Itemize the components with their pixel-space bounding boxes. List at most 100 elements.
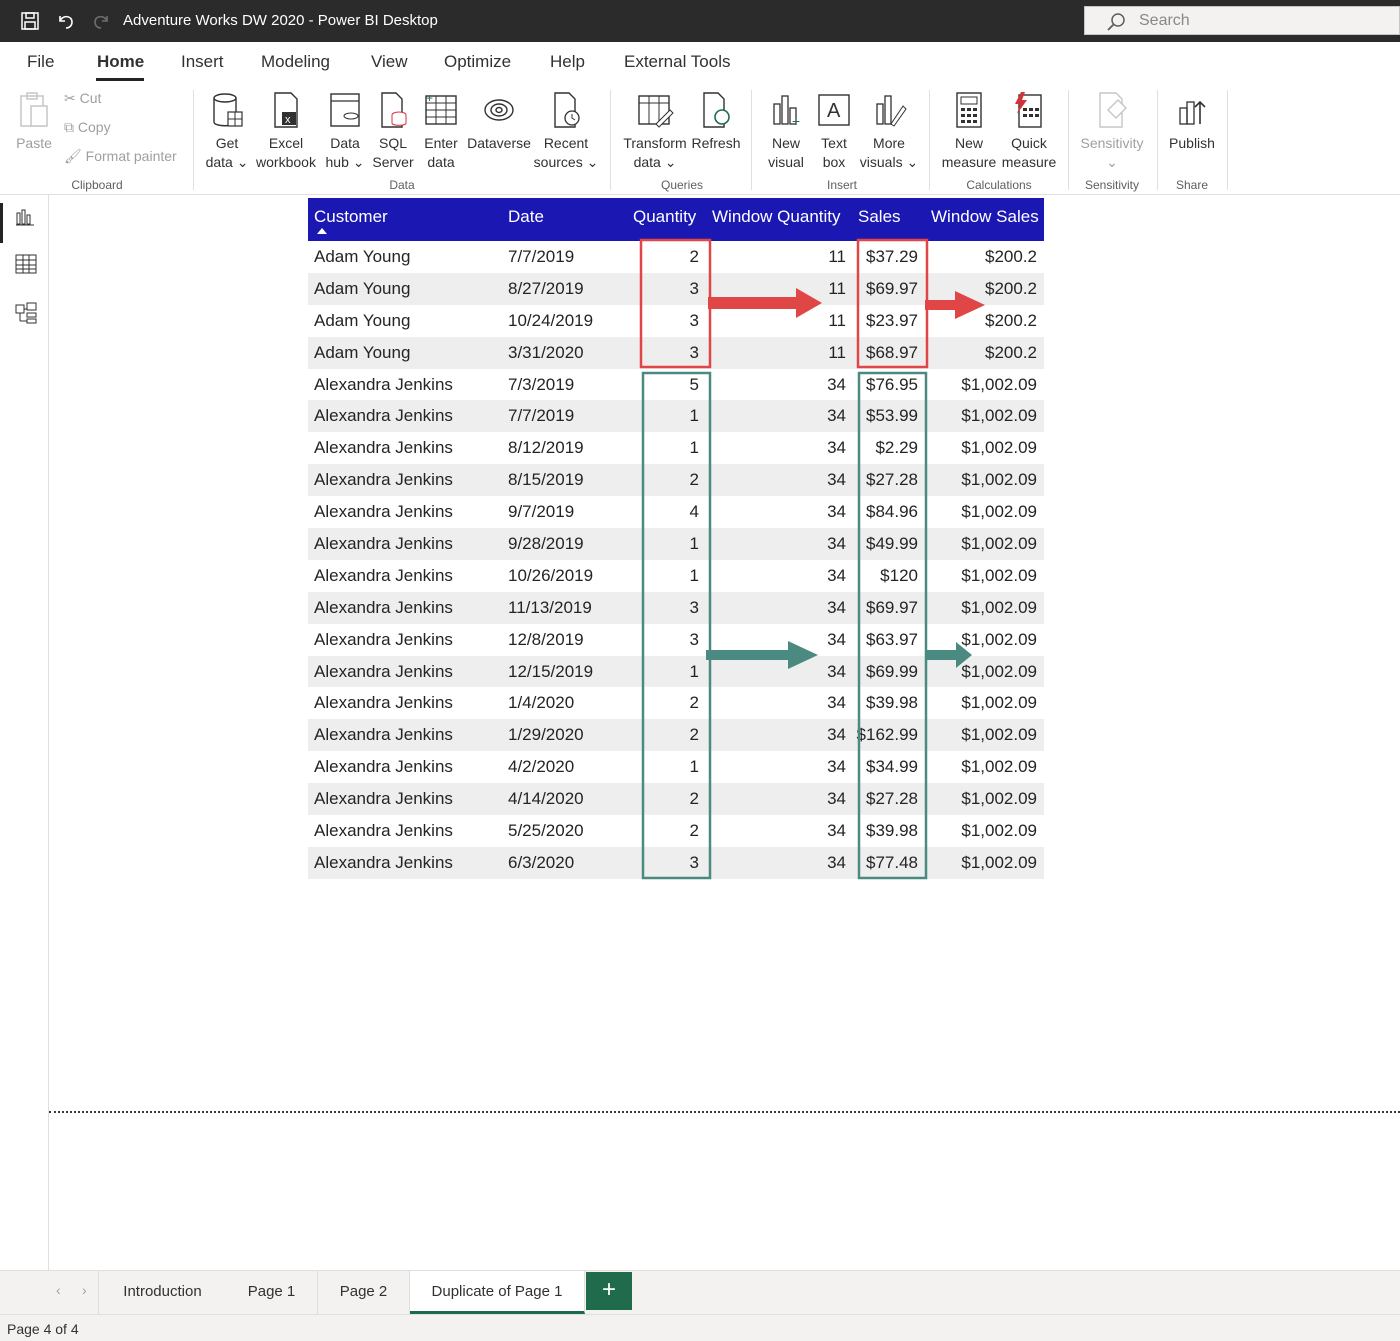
- cell-date: 4/2/2020: [508, 757, 575, 777]
- table-row[interactable]: Alexandra Jenkins 12/8/2019 3 34 $63.97 $1,00…: [308, 624, 1044, 656]
- chevron-down-icon: ⌄: [660, 154, 677, 170]
- report-view-icon[interactable]: [15, 207, 35, 227]
- data-hub-icon: [330, 93, 360, 127]
- table-row[interactable]: Adam Young 8/27/2019 3 11 $69.97 $200.2: [308, 272, 1044, 305]
- cell-customer: Alexandra Jenkins: [314, 629, 453, 649]
- column-header-date[interactable]: Date: [508, 207, 544, 227]
- chevron-right-icon[interactable]: ›: [82, 1282, 87, 1298]
- cut-button[interactable]: ✂ Cut: [64, 90, 101, 107]
- active-tab-indicator: [96, 78, 144, 81]
- table-row[interactable]: Alexandra Jenkins 5/25/2020 2 34 $39.98 $1,00…: [308, 815, 1044, 847]
- chevron-left-icon[interactable]: ‹: [56, 1282, 61, 1298]
- sensitivity-label: Sensitivity: [1080, 135, 1144, 151]
- new-measure-button[interactable]: New measure: [940, 90, 998, 172]
- cell-sales: $69.99: [866, 661, 918, 681]
- cell-sales: $34.99: [866, 757, 918, 777]
- svg-text:x: x: [285, 114, 291, 126]
- column-header-window-sales[interactable]: Window Sales: [931, 207, 1039, 227]
- tab-insert[interactable]: Insert: [181, 52, 224, 72]
- table-row[interactable]: Adam Young 10/24/2019 3 11 $23.97 $200.2: [308, 305, 1044, 337]
- table-row[interactable]: Alexandra Jenkins 4/2/2020 1 34 $34.99 $1,002…: [308, 751, 1044, 783]
- refresh-button[interactable]: Refresh: [690, 90, 742, 153]
- search-box[interactable]: Search: [1084, 6, 1400, 35]
- column-header-window-quantity[interactable]: Window Quantity: [712, 207, 841, 227]
- more-visuals-button[interactable]: More visuals ⌄: [858, 90, 920, 172]
- undo-icon[interactable]: [55, 10, 77, 32]
- column-header-quantity[interactable]: Quantity: [633, 207, 696, 227]
- cell-quantity: 1: [689, 565, 699, 585]
- table-row[interactable]: Adam Young 7/7/2019 2 11 $37.29 $200.2: [308, 241, 1044, 273]
- publish-button[interactable]: Publish: [1166, 90, 1218, 153]
- tab-help[interactable]: Help: [550, 52, 585, 72]
- tab-modeling[interactable]: Modeling: [261, 52, 330, 72]
- redo-icon[interactable]: [90, 10, 112, 32]
- table-row[interactable]: Alexandra Jenkins 8/12/2019 1 34 $2.29 $1,002…: [308, 432, 1044, 464]
- format-painter-button[interactable]: 🖌 Format painter: [64, 148, 177, 165]
- save-icon[interactable]: [19, 10, 41, 32]
- table-view-icon[interactable]: [15, 254, 37, 274]
- quick-measure-button[interactable]: Quick measure: [999, 90, 1059, 172]
- group-separator: [929, 90, 930, 190]
- enter-line2: data: [427, 154, 455, 170]
- table-row[interactable]: Alexandra Jenkins 10/26/2019 1 34 $120 $1,002…: [308, 560, 1044, 592]
- table-row[interactable]: Alexandra Jenkins 9/7/2019 4 34 $84.96 $1,002…: [308, 496, 1044, 528]
- format-painter-label: Format painter: [85, 148, 177, 164]
- cell-customer: Alexandra Jenkins: [314, 661, 453, 681]
- table-visual[interactable]: Customer Date Quantity Window Quantity S…: [308, 198, 1044, 879]
- excel-workbook-button[interactable]: x Excel workbook: [253, 90, 319, 172]
- new-visual-button[interactable]: + New visual: [764, 90, 808, 172]
- model-view-icon[interactable]: [15, 302, 37, 324]
- page-tab-introduction[interactable]: Introduction: [98, 1271, 227, 1314]
- page-tab-page-2[interactable]: Page 2: [318, 1271, 410, 1314]
- table-row[interactable]: Alexandra Jenkins 8/15/2019 2 34 $27.28 $1,00…: [308, 464, 1044, 497]
- page-tab-page-1[interactable]: Page 1: [226, 1271, 318, 1314]
- add-page-button[interactable]: +: [586, 1272, 632, 1310]
- cell-customer: Alexandra Jenkins: [314, 406, 453, 426]
- table-row[interactable]: Alexandra Jenkins 4/14/2020 2 34 $27.28 $1,00…: [308, 783, 1044, 816]
- cell-customer: Alexandra Jenkins: [314, 597, 453, 617]
- table-row[interactable]: Alexandra Jenkins 6/3/2020 3 34 $77.48 $1,002…: [308, 846, 1044, 879]
- table-row[interactable]: Alexandra Jenkins 9/28/2019 1 34 $49.99 $1,00…: [308, 528, 1044, 560]
- get-data-button[interactable]: Get data ⌄: [204, 90, 250, 172]
- recent-sources-button[interactable]: Recent sources ⌄: [533, 90, 599, 172]
- enter-data-button[interactable]: + Enter data: [419, 90, 463, 172]
- tab-file[interactable]: File: [27, 52, 54, 72]
- cell-window-sales: $1,002.09: [961, 789, 1037, 809]
- sql-server-button[interactable]: SQL Server: [371, 90, 415, 172]
- cell-customer: Alexandra Jenkins: [314, 757, 453, 777]
- copy-button[interactable]: ⧉ Copy: [64, 119, 111, 136]
- tab-view[interactable]: View: [371, 52, 408, 72]
- cell-sales: $76.95: [866, 374, 918, 394]
- table-row[interactable]: Adam Young 3/31/2020 3 11 $68.97 $200.2: [308, 336, 1044, 369]
- table-row[interactable]: Alexandra Jenkins 7/3/2019 5 34 $76.95 $1,002…: [308, 369, 1044, 401]
- tab-optimize[interactable]: Optimize: [444, 52, 511, 72]
- cell-window-sales: $1,002.09: [961, 661, 1037, 681]
- paste-button[interactable]: Paste: [14, 90, 54, 153]
- table-row[interactable]: Alexandra Jenkins 1/29/2020 2 34 $162.99 $1,0…: [308, 719, 1044, 752]
- column-header-sales[interactable]: Sales: [858, 207, 901, 227]
- transform-icon: [638, 95, 674, 128]
- sensitivity-button[interactable]: Sensitivity ⌄: [1078, 90, 1146, 172]
- quick-measure-icon: [1015, 92, 1042, 128]
- text-box-button[interactable]: A Text box: [812, 90, 856, 172]
- column-header-customer[interactable]: Customer: [314, 207, 388, 227]
- table-row[interactable]: Alexandra Jenkins 11/13/2019 3 34 $69.97 $1,0…: [308, 591, 1044, 624]
- sensitivity-icon: [1099, 92, 1127, 128]
- table-row[interactable]: Alexandra Jenkins 12/15/2019 1 34 $69.99 $1,0…: [308, 655, 1044, 688]
- cell-sales: $68.97: [866, 342, 918, 362]
- tab-home[interactable]: Home: [97, 52, 144, 72]
- tab-external-tools[interactable]: External Tools: [624, 52, 730, 72]
- page-tab-duplicate-of-page-1[interactable]: Duplicate of Page 1: [410, 1271, 585, 1314]
- table-row[interactable]: Alexandra Jenkins 1/4/2020 2 34 $39.98 $1,002…: [308, 687, 1044, 719]
- transform-data-button[interactable]: Transform data ⌄: [621, 90, 689, 172]
- group-label-data: Data: [389, 178, 415, 192]
- table-row[interactable]: Alexandra Jenkins 7/7/2019 1 34 $53.99 $1,002…: [308, 400, 1044, 433]
- group-separator: [1157, 90, 1158, 190]
- dataverse-icon: [484, 99, 514, 121]
- canvas-overflow-area: [49, 1114, 1400, 1270]
- cell-quantity: 3: [689, 342, 699, 362]
- data-hub-button[interactable]: Data hub ⌄: [322, 90, 368, 172]
- dataverse-button[interactable]: Dataverse: [467, 90, 531, 153]
- svg-text:+: +: [426, 91, 433, 105]
- cell-window-quantity: 34: [827, 374, 846, 394]
